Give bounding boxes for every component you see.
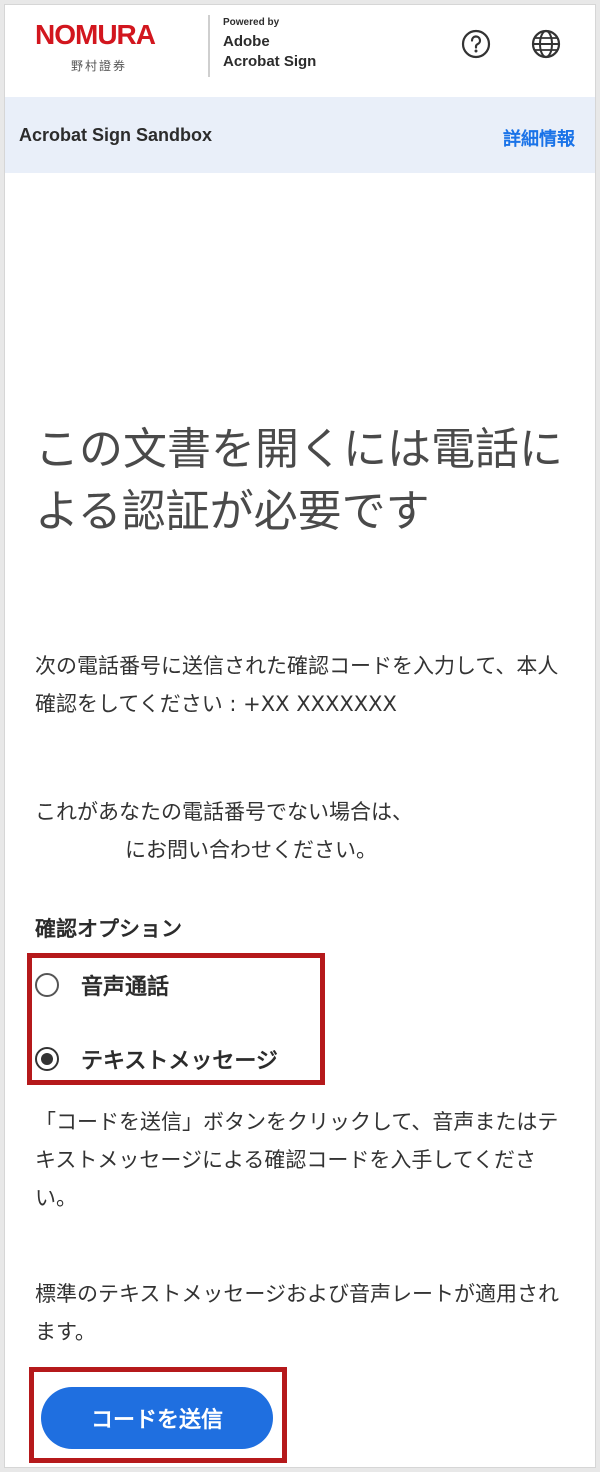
rates-notice-text: 標準のテキストメッセージおよび音声レートが適用されます。	[35, 1282, 559, 1344]
verification-options-label: 確認オプション	[35, 917, 182, 941]
details-link[interactable]: 詳細情報	[503, 125, 575, 151]
contact-text: にお問い合わせください。	[125, 838, 377, 862]
send-instruction-text: 「コードを送信」ボタンをクリックして、音声またはテキストメッセージによる確認コー…	[35, 1110, 559, 1210]
nomura-logo: NOMURA	[35, 19, 156, 50]
help-button[interactable]	[459, 27, 493, 61]
globe-icon	[531, 29, 561, 59]
sandbox-bar: Acrobat Sign Sandbox 詳細情報	[5, 97, 595, 173]
send-code-button[interactable]: コードを送信	[41, 1387, 273, 1449]
page-frame: NOMURA 野村證券 Powered by Adobe Acrobat Sig…	[4, 4, 596, 1468]
logo-divider	[208, 15, 210, 77]
powered-by-adobe: Adobe	[223, 33, 270, 50]
help-circle-icon	[461, 29, 491, 59]
powered-by-label: Powered by	[223, 17, 280, 28]
nomura-logo-subtitle: 野村證券	[71, 59, 128, 73]
language-button[interactable]	[529, 27, 563, 61]
powered-by-acrobat-sign: Acrobat Sign	[223, 53, 317, 70]
options-highlight-box	[27, 953, 325, 1085]
sandbox-title: Acrobat Sign Sandbox	[19, 125, 213, 145]
header: NOMURA 野村證券 Powered by Adobe Acrobat Sig…	[5, 5, 595, 97]
page-heading: この文書を開くには電話による認証が必要です	[35, 424, 563, 537]
instruction-text: 次の電話番号に送信された確認コードを入力して、本人確認をしてください : +XX…	[35, 654, 559, 716]
not-your-number-text: これがあなたの電話番号でない場合は、	[35, 800, 413, 824]
